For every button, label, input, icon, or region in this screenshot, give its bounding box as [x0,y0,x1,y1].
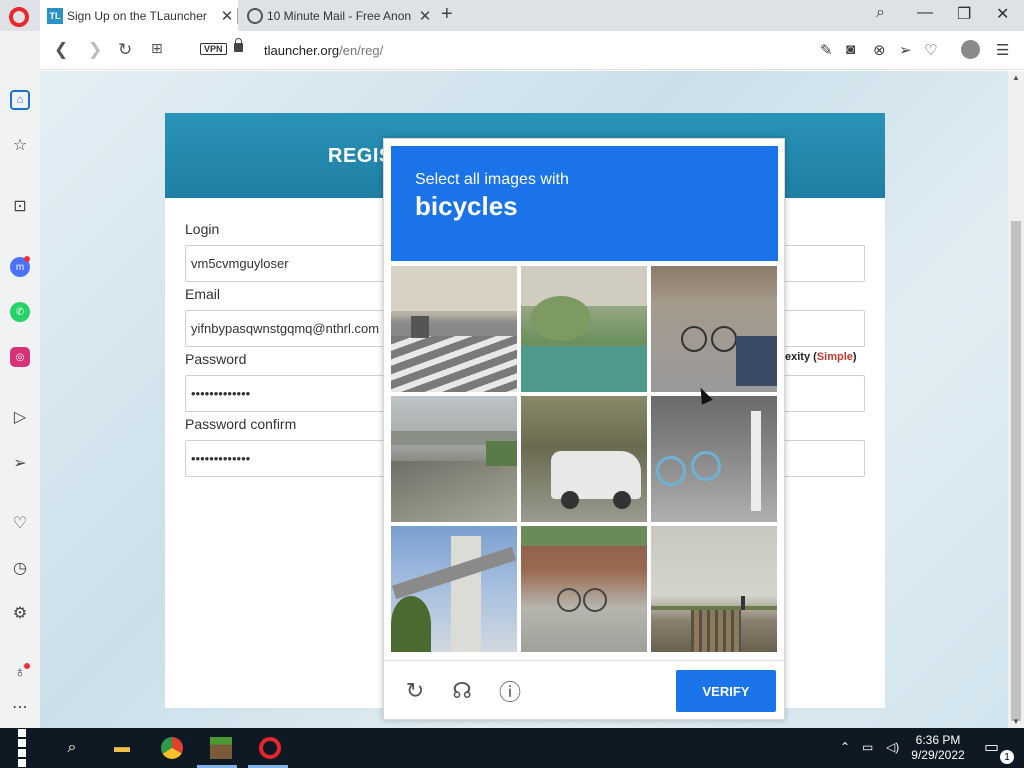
close-tab-icon[interactable]: ✕ [414,7,436,25]
globe-favicon-icon [247,7,263,24]
captcha-tile-minivan[interactable] [521,396,647,522]
opera-taskbar-icon[interactable] [258,736,282,760]
easy-setup-icon[interactable]: ☰ [996,41,1009,59]
edit-icon[interactable]: ✎ [820,41,833,59]
player-icon[interactable]: ▷ [10,407,30,427]
opera-sidebar: ⌂ ☆ ⊡ m ✆ ◎ ▷ ➢ ♡ ◷ ⚙ ♁ ⋯ [0,31,40,728]
password-complexity-prefix: exity ( [785,351,817,363]
tab-title: Sign Up on the TLauncher [67,8,207,23]
close-window-button[interactable]: ✕ [996,4,1009,24]
minecraft-icon[interactable] [209,736,233,760]
captcha-tile-bicycles-parked[interactable] [651,266,777,392]
instagram-icon[interactable]: ◎ [10,347,30,367]
password-complexity-value: Simple [816,351,853,363]
tab-strip: TL Sign Up on the TLauncher ✕ 10 Minute … [0,0,1024,31]
captcha-tile-bike-share[interactable] [651,396,777,522]
file-explorer-icon[interactable]: ▬ [110,736,134,760]
clock-date: 9/29/2022 [911,748,965,762]
password-complexity-suffix: ) [852,351,857,363]
profile-avatar[interactable] [961,40,980,59]
tab-tlauncher[interactable]: TL Sign Up on the TLauncher ✕ [40,0,238,31]
login-label: Login [185,221,220,237]
settings-icon[interactable]: ⚙ [10,603,30,623]
notification-dot [24,663,30,669]
captcha-challenge: Select all images with bicycles ↻ ☊ ⓘ VE… [383,138,785,720]
star-icon[interactable]: ☆ [10,135,30,155]
notification-count: 1 [1000,750,1014,764]
whatsapp-icon[interactable]: ✆ [10,302,30,322]
headphones-icon[interactable]: ☊ [448,677,476,705]
captcha-tile-highway[interactable] [391,396,517,522]
password-label: Password [185,351,247,367]
tab-10minutemail[interactable]: 10 Minute Mail - Free Anon ✕ [240,0,436,31]
captcha-header: Select all images with bicycles [391,146,778,261]
clock-time: 6:36 PM [915,733,961,747]
password-confirm-label: Password confirm [185,416,297,432]
tab-title: 10 Minute Mail - Free Anon [267,8,412,23]
captcha-tile-bridge[interactable] [391,526,517,652]
adblock-icon[interactable]: ⊗ [873,41,886,59]
heart-icon[interactable]: ♡ [10,513,30,533]
password-complexity: exity (Simple) [785,351,857,363]
notification-dot [24,256,30,262]
captcha-footer-divider [384,660,784,661]
tabs-grid-icon[interactable]: ⊞ [151,40,163,57]
heart-icon[interactable]: ♡ [924,41,937,59]
tab-separator [237,8,238,24]
volume-icon[interactable]: ◁) [886,740,899,754]
captcha-tile-railway[interactable] [651,526,777,652]
captcha-target: bicycles [415,191,518,221]
restore-button[interactable]: ❐ [957,4,971,24]
url-host: tlauncher.org [264,43,340,58]
chevron-up-icon[interactable]: ⌃ [840,740,850,754]
camera-icon[interactable]: ◙ [846,41,855,58]
chrome-icon[interactable] [160,736,184,760]
minimize-button[interactable]: — [917,4,933,22]
address-toolbar: ❮ ❯ ↻ ⊞ VPN tlauncher.org/en/reg/ ✎ ◙ ⊗ … [40,31,1024,70]
back-icon[interactable]: ❮ [54,40,68,60]
tab-search-icon[interactable]: ⌕ [876,4,885,22]
vpn-badge[interactable]: VPN [200,43,227,55]
url-path: /en/reg/ [339,43,384,58]
opera-menu-icon[interactable] [9,7,29,27]
more-icon[interactable]: ⋯ [10,697,30,717]
windows-start-icon[interactable] [14,729,38,767]
refresh-icon[interactable]: ↻ [401,677,429,705]
reload-icon[interactable]: ↻ [118,40,132,60]
page-scrollbar[interactable]: ▲ ▼ [1008,71,1024,728]
captcha-tile-garden[interactable] [521,266,647,392]
shopping-bag-icon[interactable]: ⊡ [10,196,30,216]
scroll-down-icon[interactable]: ▼ [1012,717,1020,726]
home-icon[interactable]: ⌂ [10,90,30,110]
lock-icon[interactable] [234,38,243,52]
forward-icon[interactable]: ❯ [88,40,102,60]
scroll-up-icon[interactable]: ▲ [1012,73,1020,82]
email-label: Email [185,286,221,302]
close-tab-icon[interactable]: ✕ [216,7,238,25]
captcha-tile-bicycle-wall[interactable] [521,526,647,652]
windows-taskbar: ⌕ ▬ ⌃ ▭ ◁) 6:36 PM 9/29/2022 ▭ [0,728,1024,768]
url-field[interactable]: tlauncher.org/en/reg/ [264,43,383,58]
captcha-instruction: Select all images with [415,171,569,188]
search-icon[interactable]: ⌕ [60,736,84,760]
clock[interactable]: 6:36 PM 9/29/2022 [908,733,968,763]
info-icon[interactable]: ⓘ [496,677,524,705]
verify-button[interactable]: VERIFY [676,670,776,712]
network-icon[interactable]: ▭ [862,740,873,754]
send-icon[interactable]: ➢ [899,41,912,59]
tlauncher-favicon-icon: TL [47,7,63,24]
history-icon[interactable]: ◷ [10,558,30,578]
scrollbar-thumb[interactable] [1011,221,1021,721]
captcha-tile-crosswalk[interactable] [391,266,517,392]
new-tab-button[interactable]: + [441,3,453,26]
send-icon[interactable]: ➢ [10,453,30,473]
notification-center-icon[interactable]: ▭ [984,737,999,757]
